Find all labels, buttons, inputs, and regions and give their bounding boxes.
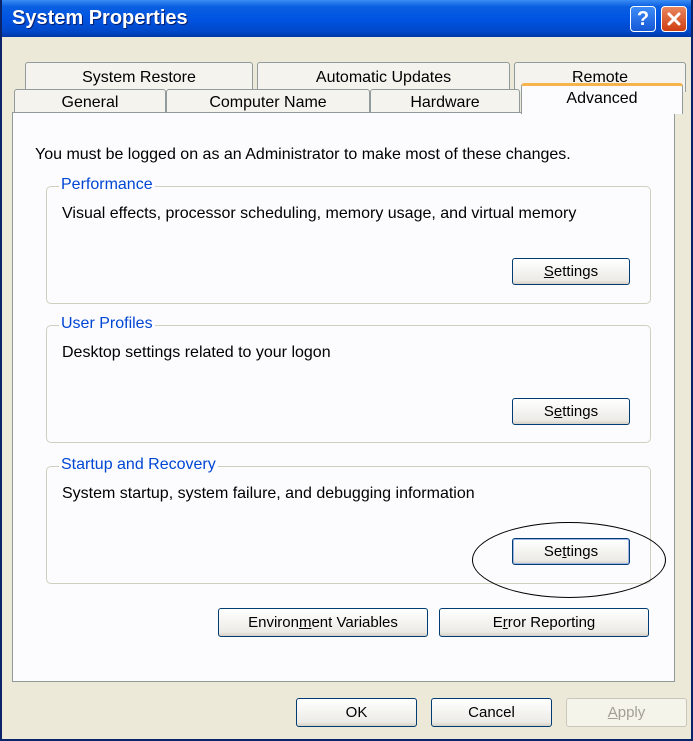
apply-button[interactable]: Apply — [566, 698, 687, 727]
user-profiles-description: Desktop settings related to your logon — [62, 344, 331, 361]
tab-system-restore[interactable]: System Restore — [25, 62, 253, 92]
error-reporting-button[interactable]: Er ror Reporting — [439, 608, 649, 637]
performance-group-title: Performance — [59, 176, 155, 194]
performance-group: Performance Visual effects, processor sc… — [46, 176, 651, 304]
performance-settings-button[interactable]: Settings — [512, 258, 630, 285]
tab-label: Automatic Updates — [315, 69, 452, 86]
title-bar[interactable]: System Properties ? — [2, 0, 691, 37]
tab-advanced[interactable]: Advanced — [521, 83, 683, 114]
tab-computer-name[interactable]: Computer Name — [166, 89, 370, 113]
user-profiles-group: User Profiles Desktop settings related t… — [46, 315, 651, 443]
tab-label: Hardware — [410, 94, 480, 111]
help-icon: ? — [636, 7, 650, 30]
help-button[interactable]: ? — [630, 6, 656, 32]
startup-recovery-group-title: Startup and Recovery — [59, 456, 218, 474]
tab-label: Computer Name — [209, 94, 327, 111]
admin-notice: You must be logged on as an Administrato… — [35, 146, 571, 163]
performance-description: Visual effects, processor scheduling, me… — [62, 205, 577, 222]
ok-button[interactable]: OK — [296, 698, 417, 727]
startup-recovery-description: System startup, system failure, and debu… — [62, 485, 475, 502]
environment-variables-button[interactable]: Environ m ent Variables — [218, 608, 428, 637]
close-icon — [667, 12, 681, 26]
tab-label: General — [61, 94, 119, 111]
tab-hardware[interactable]: Hardware — [370, 89, 520, 113]
user-profiles-group-title: User Profiles — [59, 315, 155, 333]
close-button[interactable] — [661, 6, 687, 32]
user-profiles-settings-button[interactable]: Se ttings — [512, 398, 630, 425]
tab-label: Advanced — [566, 90, 638, 107]
tab-automatic-updates[interactable]: Automatic Updates — [257, 62, 510, 92]
cancel-button[interactable]: Cancel — [431, 698, 552, 727]
tab-label: System Restore — [82, 69, 196, 86]
startup-recovery-settings-button[interactable]: Se t tings — [512, 538, 630, 565]
startup-recovery-group: Startup and Recovery System startup, sys… — [46, 456, 651, 584]
window-title: System Properties — [12, 7, 188, 29]
tab-general[interactable]: General — [14, 89, 166, 113]
